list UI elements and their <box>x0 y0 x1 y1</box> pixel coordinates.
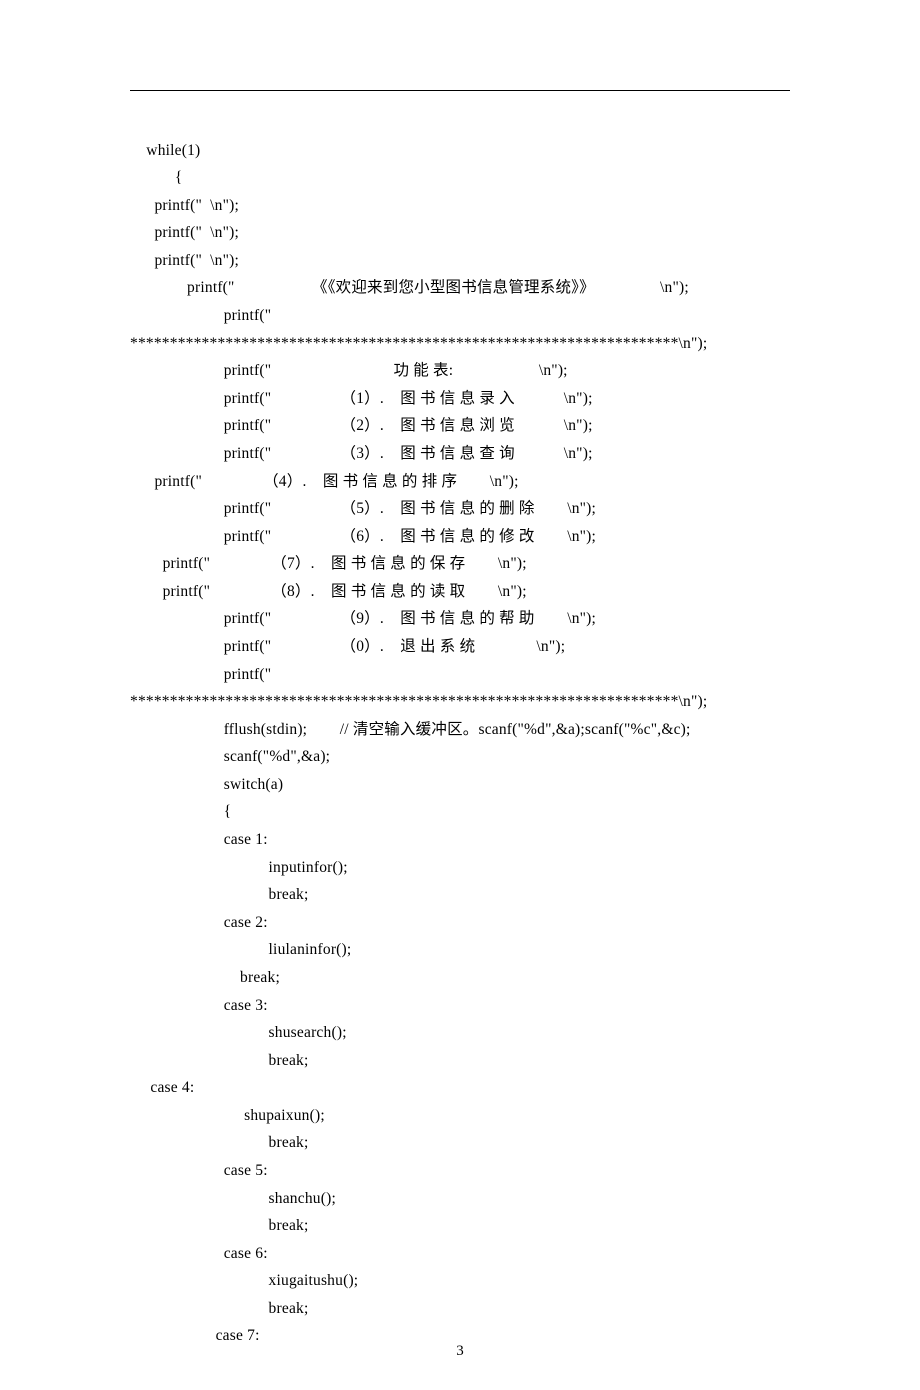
code-block: while(1) { printf(" \n"); printf(" \n");… <box>130 109 790 1350</box>
code-line: printf(" （1）. 图 书 信 息 录 入 \n"); <box>130 390 593 407</box>
code-line: break; <box>130 1052 308 1069</box>
code-line: printf(" （2）. 图 书 信 息 浏 览 \n"); <box>130 417 593 434</box>
page-number: 3 <box>0 1343 920 1360</box>
code-line: case 4: <box>130 1079 194 1096</box>
code-line: { <box>130 803 231 820</box>
code-line: printf(" \n"); <box>130 224 239 241</box>
code-line: while(1) <box>130 142 200 159</box>
code-line: printf(" <box>130 307 271 324</box>
code-line: printf(" <box>130 666 271 683</box>
code-line: case 6: <box>130 1245 268 1262</box>
code-line: scanf("%d",&a); <box>130 748 330 765</box>
code-line: case 1: <box>130 831 268 848</box>
code-line: xiugaitushu(); <box>130 1272 358 1289</box>
code-line: shanchu(); <box>130 1190 336 1207</box>
code-line: break; <box>130 1217 308 1234</box>
code-line: printf(" 功 能 表: \n"); <box>130 362 568 379</box>
code-line: printf(" （6）. 图 书 信 息 的 修 改 \n"); <box>130 528 596 545</box>
code-line: printf(" （5）. 图 书 信 息 的 删 除 \n"); <box>130 500 596 517</box>
code-line: break; <box>130 886 308 903</box>
code-line: printf(" 《《欢迎来到您小型图书信息管理系统》》 \n"); <box>130 279 689 296</box>
code-line: printf(" \n"); <box>130 197 239 214</box>
code-line: printf(" （0）. 退 出 系 统 \n"); <box>130 638 565 655</box>
code-line: liulaninfor(); <box>130 941 351 958</box>
document-page: while(1) { printf(" \n"); printf(" \n");… <box>0 0 920 1390</box>
code-line: { <box>130 169 182 186</box>
code-line: break; <box>130 1134 308 1151</box>
top-rule <box>130 90 790 91</box>
code-line: printf(" \n"); <box>130 252 239 269</box>
code-line: fflush(stdin); // 清空输入缓冲区。scanf("%d",&a)… <box>130 721 691 738</box>
code-line: case 5: <box>130 1162 268 1179</box>
code-line: case 7: <box>130 1327 260 1344</box>
code-line: printf(" （9）. 图 书 信 息 的 帮 助 \n"); <box>130 610 596 627</box>
code-line: inputinfor(); <box>130 859 348 876</box>
code-line: printf(" （4）. 图 书 信 息 的 排 序 \n"); <box>130 473 519 490</box>
code-line: ****************************************… <box>130 335 707 352</box>
code-line: shupaixun(); <box>130 1107 325 1124</box>
code-line: case 3: <box>130 997 268 1014</box>
code-line: printf(" （8）. 图 书 信 息 的 读 取 \n"); <box>130 583 527 600</box>
code-line: ****************************************… <box>130 693 707 710</box>
code-line: printf(" （7）. 图 书 信 息 的 保 存 \n"); <box>130 555 527 572</box>
code-line: break; <box>130 1300 308 1317</box>
code-line: break; <box>130 969 280 986</box>
code-line: printf(" （3）. 图 书 信 息 查 询 \n"); <box>130 445 593 462</box>
code-line: case 2: <box>130 914 268 931</box>
code-line: shusearch(); <box>130 1024 347 1041</box>
code-line: switch(a) <box>130 776 283 793</box>
